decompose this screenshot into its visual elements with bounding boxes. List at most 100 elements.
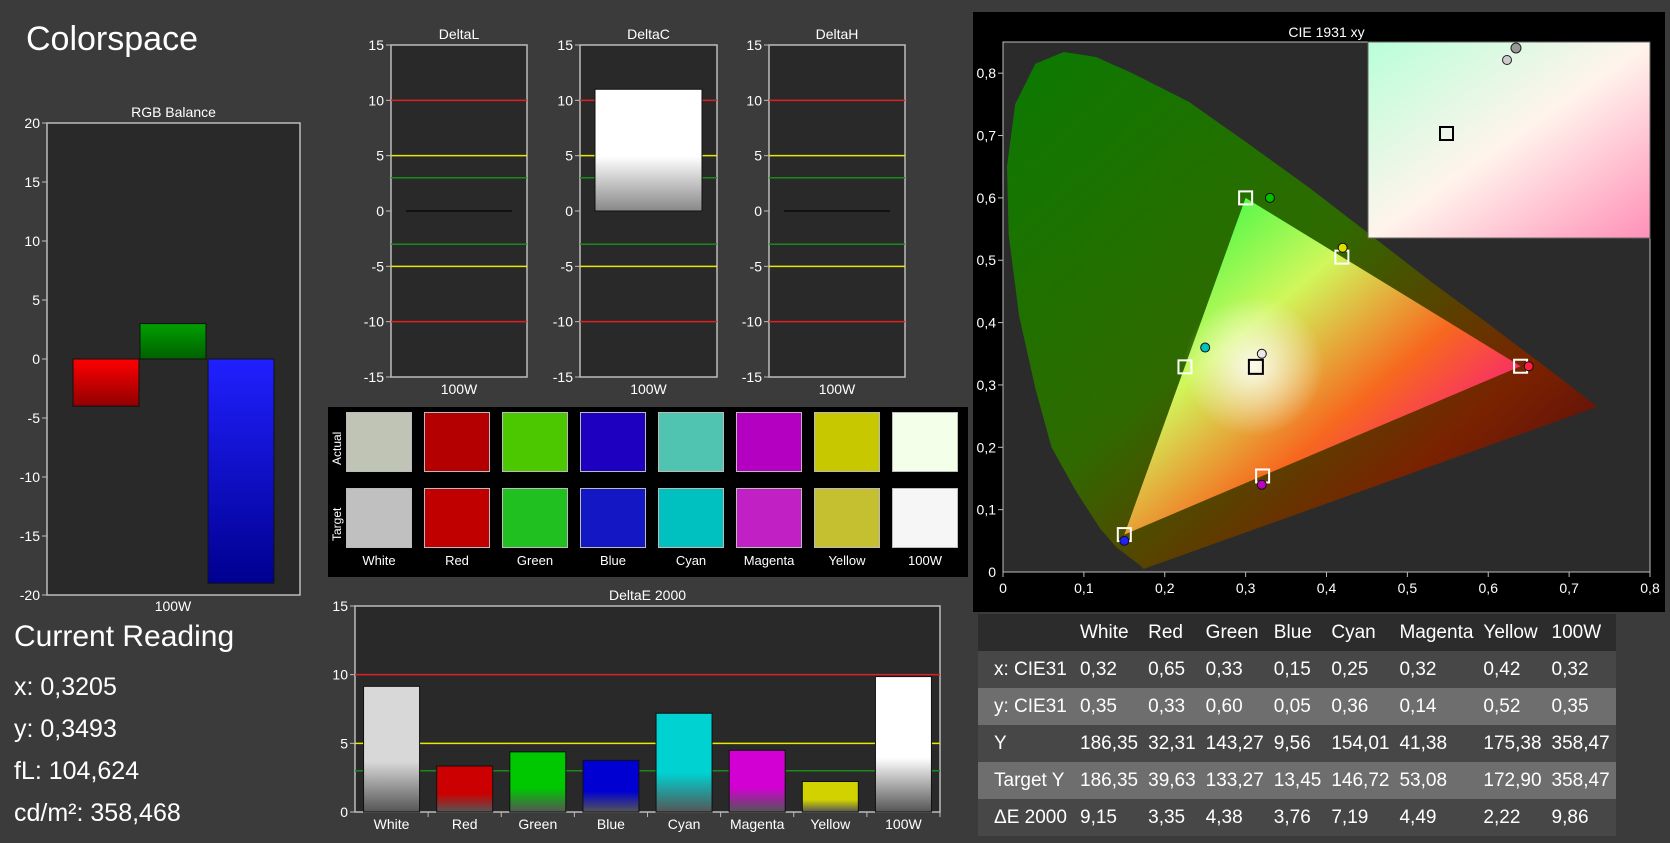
y-tick-label: -5 <box>372 258 385 274</box>
table-cell: 143,27 <box>1201 725 1270 762</box>
target-swatch-cyan <box>658 488 724 548</box>
table-cell: 186,35 <box>1076 762 1145 799</box>
x-tick-label: Cyan <box>668 816 701 832</box>
current-reading-heading: Current Reading <box>14 620 235 653</box>
table-cell: 0,33 <box>1144 688 1202 725</box>
actual-marker <box>1256 479 1267 490</box>
y-tick-label: 0,6 <box>977 190 997 206</box>
table-cell: 2,22 <box>1479 799 1548 836</box>
measurement-table: White Red Green Blue Cyan Magenta Yellow 100W x:… <box>978 614 1616 836</box>
y-tick-label: 0,3 <box>977 377 997 393</box>
inset-actual-marker <box>1510 42 1522 54</box>
delta-e-chart: DeltaE 2000 15 10 5 0 White Red Green Blue Cyan Ma… <box>332 587 941 832</box>
row-label: y: CIE31 <box>978 688 1076 725</box>
target-swatch-white <box>346 488 412 548</box>
column-header <box>978 614 1076 651</box>
column-header: White <box>1076 614 1145 651</box>
table-cell: 0,36 <box>1327 688 1396 725</box>
table-cell: 0,25 <box>1327 651 1396 688</box>
y-tick-label: 0 <box>754 203 762 219</box>
reading-fl: fL: 104,624 <box>14 757 140 785</box>
rgb-bar-red <box>72 358 140 407</box>
column-header: Magenta <box>1395 614 1480 651</box>
actual-swatch-green <box>502 412 568 472</box>
actual-marker <box>1264 192 1275 203</box>
x-label: 100W <box>441 381 478 397</box>
x-tick-label: Yellow <box>810 816 851 832</box>
x-label: 100W <box>155 598 192 614</box>
y-tick-label: 0,5 <box>977 252 997 268</box>
actual-swatch-blue <box>580 412 646 472</box>
table-cell: 186,35 <box>1076 725 1145 762</box>
x-tick-label: 0,3 <box>1236 580 1256 596</box>
delta-bar <box>594 88 703 212</box>
y-tick-label: 15 <box>368 37 384 53</box>
y-tick-label: -10 <box>364 314 384 330</box>
delta-l-chart: DeltaL 15 10 5 0 -5 -10 -15 100W <box>364 26 528 397</box>
table-cell: 32,31 <box>1144 725 1202 762</box>
x-label: 100W <box>819 381 856 397</box>
delta-e-bar-100w <box>874 676 932 813</box>
swatch-name: Blue <box>599 553 627 568</box>
table-cell: 133,27 <box>1201 762 1270 799</box>
actual-marker <box>1523 361 1534 372</box>
actual-marker <box>1256 348 1267 359</box>
table-cell: 0,35 <box>1547 688 1616 725</box>
table-row: x: CIE31 0,32 0,65 0,33 0,15 0,25 0,32 0,42 0,32 <box>978 651 1616 688</box>
table-row: Y 186,35 32,31 143,27 9,56 154,01 41,38 175,38 3… <box>978 725 1616 762</box>
delta-e-bar-white <box>363 685 421 813</box>
y-tick-label: 0,2 <box>977 439 997 455</box>
y-tick-label: 0 <box>565 203 573 219</box>
table-cell: 7,19 <box>1327 799 1396 836</box>
current-reading: Current Reading x: 0,3205 y: 0,3493 fL: … <box>14 620 234 834</box>
chart-title: DeltaE 2000 <box>609 587 686 603</box>
y-tick-label: -10 <box>20 469 40 485</box>
table-cell: 0,32 <box>1076 651 1145 688</box>
chart-title: DeltaH <box>816 26 859 42</box>
x-tick-label: 100W <box>885 816 922 832</box>
target-swatch-blue <box>580 488 646 548</box>
y-tick-label: 10 <box>557 92 573 108</box>
y-tick-label: 10 <box>746 92 762 108</box>
row-label: ΔE 2000 <box>978 799 1076 836</box>
table-cell: 4,38 <box>1201 799 1270 836</box>
actual-swatch-yellow <box>814 412 880 472</box>
actual-marker <box>1337 242 1348 253</box>
cie-chart: CIE 1931 xy 0 0,1 0,2 0,3 0,4 0,5 0,6 0,7 0,8 0,1 0… <box>977 24 1660 596</box>
table-cell: 0,15 <box>1269 651 1328 688</box>
table-cell: 0,35 <box>1076 688 1145 725</box>
table-cell: 0,33 <box>1201 651 1270 688</box>
y-tick-label: 5 <box>340 735 348 751</box>
y-tick-label: 15 <box>746 37 762 53</box>
y-tick-label: 0 <box>32 351 40 367</box>
y-tick-label: -5 <box>561 258 574 274</box>
table-cell: 0,42 <box>1479 651 1548 688</box>
table-cell: 0,52 <box>1479 688 1548 725</box>
y-tick-label: 0 <box>340 804 348 820</box>
table-cell: 3,76 <box>1269 799 1328 836</box>
y-tick-label: 10 <box>368 92 384 108</box>
x-tick-label: Magenta <box>730 816 785 832</box>
zoom-inset <box>1367 41 1651 239</box>
table-cell: 154,01 <box>1327 725 1396 762</box>
table-cell: 9,86 <box>1547 799 1616 836</box>
y-tick-label: 5 <box>754 148 762 164</box>
swatch-name: Cyan <box>675 553 707 568</box>
column-header: Yellow <box>1479 614 1548 651</box>
y-tick-label: 20 <box>24 115 40 131</box>
delta-e-bar-blue <box>582 759 640 813</box>
target-swatch-yellow <box>814 488 880 548</box>
swatch-name: 100W <box>908 553 942 568</box>
table-cell: 53,08 <box>1395 762 1480 799</box>
x-tick-label: 0,1 <box>1074 580 1094 596</box>
chart-title: CIE 1931 xy <box>1288 24 1364 40</box>
target-row-label: Target <box>330 507 344 541</box>
cie-panel: CIE 1931 xy 0 0,1 0,2 0,3 0,4 0,5 0,6 0,7 0,8 0,1 0… <box>973 12 1665 612</box>
white-point-glow <box>1183 296 1324 437</box>
row-label: Target Y <box>978 762 1076 799</box>
table-row: Target Y 186,35 39,63 133,27 13,45 146,72 53,0… <box>978 762 1616 799</box>
y-tick-label: 10 <box>24 233 40 249</box>
column-header: 100W <box>1547 614 1616 651</box>
table-cell: 0,14 <box>1395 688 1480 725</box>
y-tick-label: 0,4 <box>977 315 997 331</box>
